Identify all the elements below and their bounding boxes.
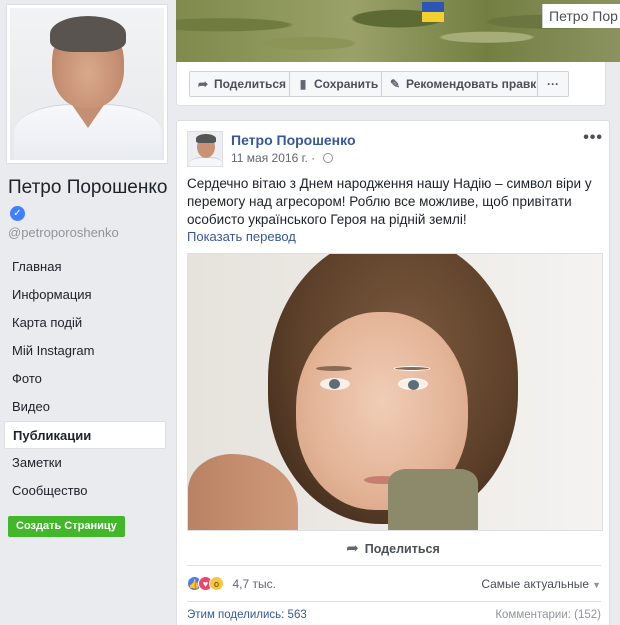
post-photo[interactable]: [187, 253, 603, 531]
show-translation-link[interactable]: Показать перевод: [187, 229, 296, 244]
divider: [187, 565, 601, 566]
post-text: Сердечно вітаю з Днем народження нашу На…: [187, 176, 592, 227]
verified-badge-icon: ✓: [10, 206, 25, 221]
nav-item-videos[interactable]: Видео: [4, 393, 166, 421]
post-author[interactable]: Петро Порошенко: [231, 132, 356, 148]
share-arrow-icon: ➦: [197, 77, 209, 91]
save-page-button[interactable]: ▮ Сохранить: [289, 71, 388, 97]
left-column: Петро Порошенко ✓ @petroporoshenko Главн…: [0, 0, 172, 625]
post-date[interactable]: 11 мая 2016 г.: [231, 151, 308, 165]
reactions-count: 4,7 тыс.: [232, 576, 276, 591]
flag-patch: [422, 2, 444, 22]
share-arrow-icon: ➦: [346, 540, 359, 557]
shares-count-link[interactable]: Этим поделились: 563: [187, 609, 307, 621]
save-page-label: Сохранить: [314, 77, 379, 91]
suggest-edits-button[interactable]: ✎ Рекомендовать правки: [381, 71, 553, 97]
suggest-edits-label: Рекомендовать правки: [406, 77, 544, 91]
post-share-button[interactable]: ➦ Поделиться: [177, 539, 609, 557]
separator-dot: ·: [311, 151, 319, 165]
nav-item-info[interactable]: Информация: [4, 281, 166, 309]
share-page-label: Поделиться: [214, 77, 287, 91]
globe-icon[interactable]: [322, 153, 333, 163]
page-handle[interactable]: @petroporoshenko: [8, 225, 119, 240]
nav-item-notes[interactable]: Заметки: [4, 449, 166, 477]
comments-count-link[interactable]: Комментарии: (152): [495, 609, 601, 621]
create-page-button[interactable]: Создать Страницу: [8, 516, 125, 537]
nav-item-photos[interactable]: Фото: [4, 365, 166, 393]
nav-item-events-map[interactable]: Карта подій: [4, 309, 166, 337]
nav-item-community[interactable]: Сообщество: [4, 477, 166, 505]
post-meta: 11 мая 2016 г. ·: [231, 151, 333, 165]
cover-photo[interactable]: Петро Пор: [176, 0, 620, 62]
post-share-label: Поделиться: [364, 542, 440, 556]
nav-item-instagram[interactable]: Мій Instagram: [4, 337, 166, 365]
cover-name-tag: Петро Пор: [542, 4, 620, 28]
author-avatar[interactable]: [187, 131, 223, 167]
post-options-icon[interactable]: •••: [583, 129, 603, 147]
page-name: Петро Порошенко: [8, 177, 168, 198]
page-nav: Главная Информация Карта подій Мій Insta…: [4, 253, 166, 505]
share-page-button[interactable]: ➦ Поделиться: [189, 71, 296, 97]
comment-sort-dropdown[interactable]: Самые актуальные ▼: [481, 577, 601, 591]
more-options-button[interactable]: ···: [537, 71, 569, 97]
page-action-bar: ➦ Поделиться ▮ Сохранить ✎ Рекомендовать пр…: [176, 62, 606, 106]
pencil-icon: ✎: [389, 77, 401, 91]
wow-icon: o: [209, 576, 224, 592]
page-title: Петро Порошенко ✓: [8, 176, 168, 224]
divider: [187, 601, 601, 602]
reactions-summary[interactable]: 👍 ♥ o 4,7 тыс.: [187, 575, 276, 593]
comment-sort-label: Самые актуальные: [481, 577, 590, 591]
caret-down-icon: ▼: [592, 580, 601, 590]
bookmark-icon: ▮: [299, 77, 307, 91]
profile-picture[interactable]: [6, 4, 168, 164]
nav-item-posts[interactable]: Публикации: [4, 421, 166, 449]
nav-item-main[interactable]: Главная: [4, 253, 166, 281]
post-card: Петро Порошенко 11 мая 2016 г. · ••• Сер…: [176, 120, 610, 625]
